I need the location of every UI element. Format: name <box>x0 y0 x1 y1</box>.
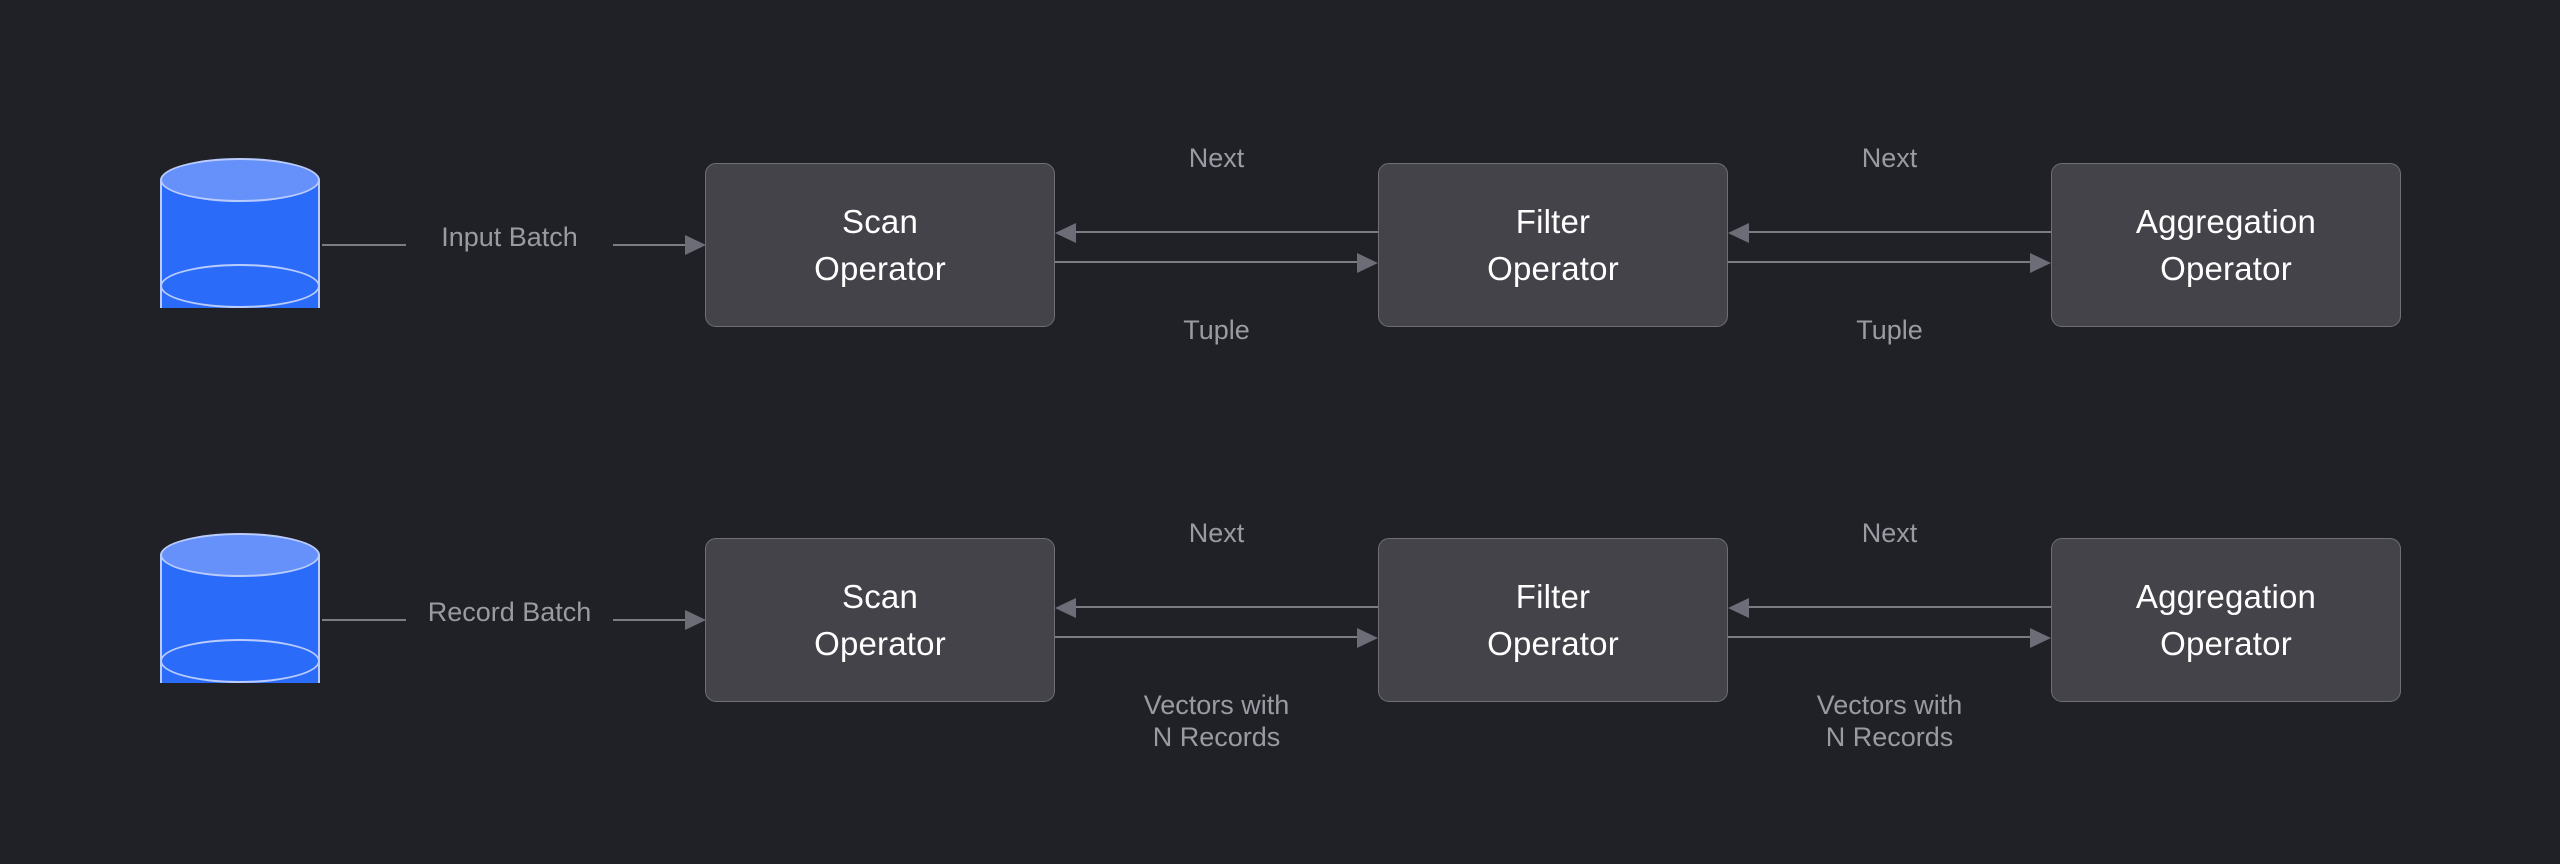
operator-box-aggregation[interactable]: Aggregation Operator <box>2051 538 2401 702</box>
operator-label-line2: Operator <box>2160 251 2292 287</box>
connector-line-data <box>1055 261 1358 263</box>
arrow-head-right-icon <box>1357 253 1378 273</box>
connector-line-next <box>1748 606 2051 608</box>
pipeline-row-tuple-at-a-time: Input Batch Scan Operator Next Tuple Fil… <box>0 130 2560 360</box>
connector-control-label: Next <box>1728 518 2051 550</box>
arrow-head-right-icon <box>2030 253 2051 273</box>
operator-box-scan[interactable]: Scan Operator <box>705 538 1055 702</box>
connector-data-label: Vectors with N Records <box>1728 690 2051 754</box>
cylinder-bottom-ellipse <box>160 639 320 683</box>
arrow-head-right-icon <box>685 235 706 255</box>
arrow-head-right-icon <box>2030 628 2051 648</box>
arrow-head-right-icon <box>1357 628 1378 648</box>
connector-data-label: Vectors with N Records <box>1055 690 1378 754</box>
operator-box-aggregation[interactable]: Aggregation Operator <box>2051 163 2401 327</box>
arrow-head-left-icon <box>1055 223 1076 243</box>
operator-label-line2: Operator <box>2160 626 2292 662</box>
connector-line-next <box>1075 606 1378 608</box>
connector-control-label: Next <box>1055 518 1378 550</box>
feed-label: Input Batch <box>406 224 613 251</box>
arrow-head-right-icon <box>685 610 706 630</box>
connector-line-left <box>322 619 406 621</box>
diagram-canvas: Input Batch Scan Operator Next Tuple Fil… <box>0 0 2560 864</box>
operator-box-filter[interactable]: Filter Operator <box>1378 163 1728 327</box>
operator-box-scan[interactable]: Scan Operator <box>705 163 1055 327</box>
connector-line-right <box>613 244 687 246</box>
database-cylinder-icon <box>160 533 320 705</box>
operator-label-line1: Scan <box>842 204 918 240</box>
operator-label-line2: Operator <box>814 251 946 287</box>
operator-box-filter[interactable]: Filter Operator <box>1378 538 1728 702</box>
connector-line-next <box>1748 231 2051 233</box>
connector-data-label: Tuple <box>1055 315 1378 347</box>
operator-label-line1: Scan <box>842 579 918 615</box>
arrow-head-left-icon <box>1728 223 1749 243</box>
connector-line-left <box>322 244 406 246</box>
database-cylinder-icon <box>160 158 320 330</box>
operator-label-line2: Operator <box>1487 251 1619 287</box>
operator-label-line1: Aggregation <box>2136 579 2316 615</box>
connector-scan-filter: Next Vectors with N Records <box>1055 538 1378 702</box>
cylinder-top-ellipse <box>160 533 320 577</box>
pipeline-row-vectorized: Record Batch Scan Operator Next Vectors … <box>0 505 2560 735</box>
source-to-scan-connector: Record Batch <box>322 617 705 623</box>
operator-label-line2: Operator <box>1487 626 1619 662</box>
feed-label: Record Batch <box>406 599 613 626</box>
cylinder-bottom-ellipse <box>160 264 320 308</box>
connector-line-data <box>1728 636 2031 638</box>
source-to-scan-connector: Input Batch <box>322 242 705 248</box>
connector-line-next <box>1075 231 1378 233</box>
operator-label-line2: Operator <box>814 626 946 662</box>
connector-control-label: Next <box>1055 143 1378 175</box>
cylinder-top-ellipse <box>160 158 320 202</box>
connector-filter-aggregation: Next Tuple <box>1728 163 2051 327</box>
connector-line-data <box>1728 261 2031 263</box>
arrow-head-left-icon <box>1728 598 1749 618</box>
connector-data-label: Tuple <box>1728 315 2051 347</box>
connector-line-right <box>613 619 687 621</box>
connector-scan-filter: Next Tuple <box>1055 163 1378 327</box>
connector-line-data <box>1055 636 1358 638</box>
operator-label-line1: Filter <box>1516 579 1591 615</box>
arrow-head-left-icon <box>1055 598 1076 618</box>
operator-label-line1: Aggregation <box>2136 204 2316 240</box>
operator-label-line1: Filter <box>1516 204 1591 240</box>
connector-filter-aggregation: Next Vectors with N Records <box>1728 538 2051 702</box>
connector-control-label: Next <box>1728 143 2051 175</box>
